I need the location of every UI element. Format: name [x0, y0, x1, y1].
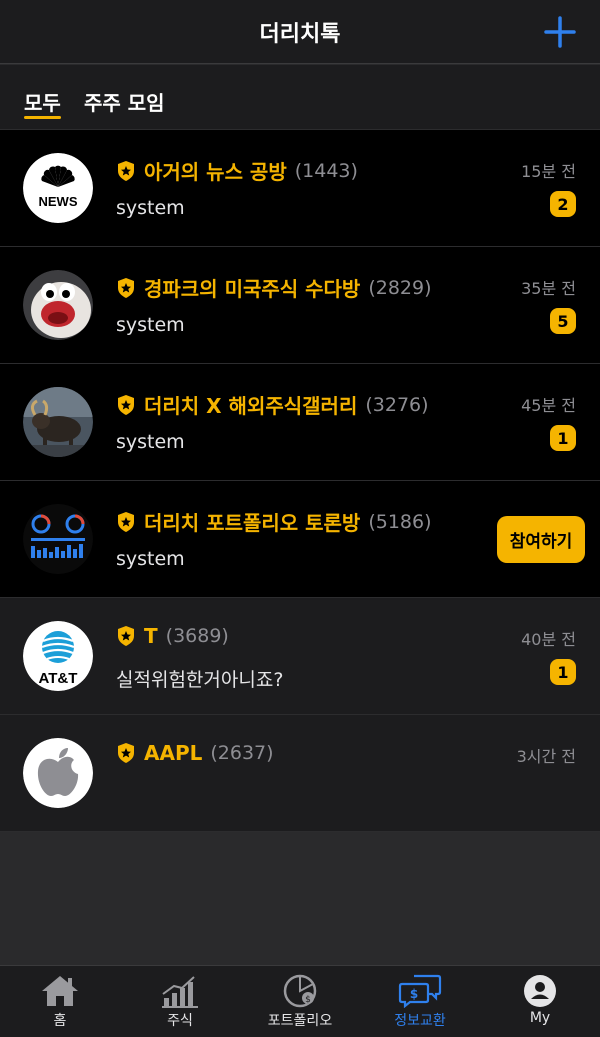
tab-label: 주식: [167, 1013, 193, 1029]
tab-info-exchange[interactable]: $ 정보교환: [360, 966, 480, 1037]
shield-badge-icon: [118, 394, 134, 415]
news-logo: NEWS: [23, 153, 93, 223]
timestamp: 45분 전: [521, 396, 576, 415]
tab-label: 포트폴리오: [267, 1013, 333, 1029]
unread-badge: 1: [550, 659, 576, 685]
member-count: (2829): [368, 276, 432, 299]
room-name: 더리치 X 해외주식갤러리: [144, 394, 358, 418]
tab-portfolio[interactable]: $ 포트폴리오: [240, 966, 360, 1037]
chart-icon: [162, 976, 198, 1008]
tab-home[interactable]: 홈: [0, 966, 120, 1037]
shield-badge-icon: [118, 743, 134, 763]
chat-room-row[interactable]: 더리치 포트폴리오 토론방 (5186) system 참여하기: [0, 481, 600, 598]
chat-icon: $: [398, 974, 442, 1008]
room-name: AAPL: [144, 741, 203, 765]
chat-room-row[interactable]: NEWS 아거의 뉴스 공방 (1443) system 15분 전 2: [0, 130, 600, 247]
member-count: (3689): [165, 625, 229, 647]
unread-badge: 2: [550, 191, 576, 217]
tab-my[interactable]: My: [480, 966, 600, 1037]
unread-badge: 5: [550, 308, 576, 334]
shield-badge-icon: [118, 511, 134, 532]
tab-label: 홈: [53, 1013, 67, 1029]
home-icon: [42, 976, 78, 1006]
svg-text:AT&T: AT&T: [39, 670, 78, 687]
chat-room-row[interactable]: AAPL (2637) 3시간 전: [0, 715, 600, 832]
member-count: (2637): [210, 742, 274, 764]
member-count: (5186): [368, 510, 432, 533]
room-name: 더리치 포트폴리오 토론방: [144, 511, 361, 535]
timestamp: 40분 전: [521, 630, 576, 649]
tab-shareholder-groups[interactable]: 주주 모임: [84, 87, 165, 116]
svg-text:$: $: [305, 995, 311, 1005]
tab-label: My: [529, 1010, 551, 1026]
apple-logo: [23, 738, 93, 808]
timestamp: 15분 전: [521, 162, 576, 181]
join-button[interactable]: 참여하기: [497, 516, 585, 563]
active-tab-indicator: [24, 116, 61, 119]
svg-text:NEWS: NEWS: [39, 194, 78, 209]
tab-all[interactable]: 모두: [24, 87, 61, 116]
chat-room-row[interactable]: AT&T T (3689) 실적위험한거아니죠? 40분 전 1: [0, 598, 600, 715]
filter-tabs: 모두 주주 모임: [0, 65, 600, 130]
tab-stocks[interactable]: 주식: [120, 966, 240, 1037]
member-count: (3276): [365, 393, 429, 416]
tab-label: 정보교환: [394, 1013, 446, 1029]
portfolio-avatar: [23, 504, 93, 574]
last-message: system: [116, 197, 185, 219]
last-message: system: [116, 314, 185, 336]
chat-room-row[interactable]: 경파크의 미국주식 수다방 (2829) system 35분 전 5: [0, 247, 600, 364]
timestamp: 3시간 전: [516, 747, 576, 766]
shield-badge-icon: [118, 160, 134, 181]
top-header: 더리치톡: [0, 0, 600, 64]
chat-room-row[interactable]: 더리치 X 해외주식갤러리 (3276) system 45분 전 1: [0, 364, 600, 481]
page-title: 더리치톡: [259, 21, 341, 47]
bottom-tab-bar: 홈 주식 $ 포트폴리오 $ 정보교환 My: [0, 965, 600, 1037]
penguin-avatar: [23, 270, 93, 340]
member-count: (1443): [294, 159, 358, 182]
shield-badge-icon: [118, 626, 134, 646]
unread-badge: 1: [550, 425, 576, 451]
portfolio-icon: $: [283, 974, 317, 1008]
room-name: 경파크의 미국주식 수다방: [144, 277, 361, 301]
bull-avatar: [23, 387, 93, 457]
svg-text:$: $: [410, 987, 418, 1001]
last-message: 실적위험한거아니죠?: [116, 669, 284, 691]
add-icon[interactable]: [542, 14, 578, 50]
att-logo: AT&T: [23, 621, 93, 691]
room-name: 아거의 뉴스 공방: [144, 160, 287, 184]
timestamp: 35분 전: [521, 279, 576, 298]
room-name: T: [144, 624, 158, 648]
last-message: system: [116, 431, 185, 453]
chat-room-list: NEWS 아거의 뉴스 공방 (1443) system 15분 전 2 경파크…: [0, 130, 600, 832]
user-icon: [524, 975, 556, 1007]
last-message: system: [116, 548, 185, 570]
shield-badge-icon: [118, 277, 134, 298]
